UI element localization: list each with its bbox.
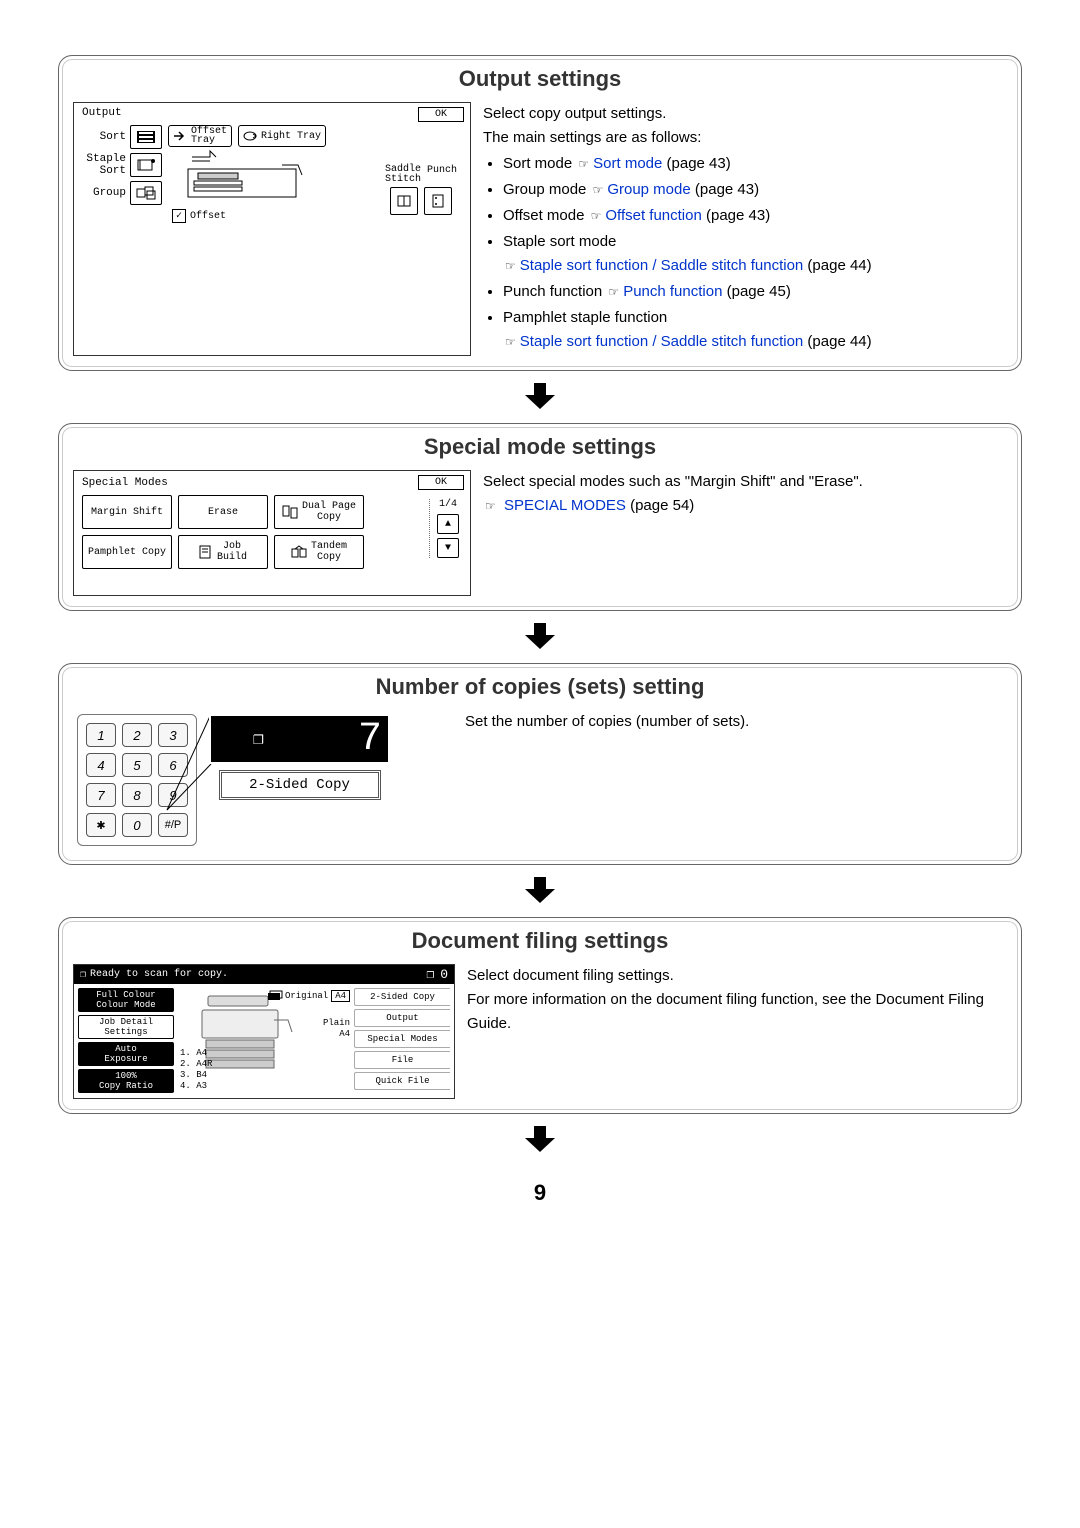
quick-file-button[interactable]: Quick File [354,1072,450,1090]
key-2[interactable]: 2 [122,723,152,747]
key-1[interactable]: 1 [86,723,116,747]
page-count-label: 1/4 [439,499,457,510]
document-filing-description: Select document filing settings. For mor… [467,964,1007,1099]
link-group-mode[interactable]: Group mode [607,181,690,198]
key-star[interactable]: ✱ [86,813,116,837]
two-sided-copy-button[interactable]: 2-Sided Copy [219,770,381,800]
link-pamphlet-staple[interactable]: Staple sort function / Saddle stitch fun… [520,333,804,350]
exposure-button[interactable]: Auto Exposure [78,1042,174,1066]
tray-list: 1. A4 2. A4R 3. B4 4. A3 [180,1048,212,1092]
page-down-button[interactable]: ▼ [437,538,459,558]
key-0[interactable]: 0 [122,813,152,837]
saddle-stitch-button[interactable] [390,187,418,215]
link-special-modes[interactable]: SPECIAL MODES [504,497,626,514]
section-special-mode-settings: Special mode settings Special Modes OK M… [58,423,1022,611]
ok-button[interactable]: OK [418,107,464,122]
ready-status-label: Ready to scan for copy. [90,969,228,980]
staple-sort-label: Staple Sort [82,153,126,177]
document-filing-title: Document filing settings [59,928,1021,954]
special-mode-description: Select special modes such as "Margin Shi… [483,470,1007,596]
punch-button[interactable] [424,187,452,215]
paper-size-label: A4 [323,1029,350,1040]
file-button[interactable]: File [354,1051,450,1069]
arrow-down-icon [58,1126,1022,1152]
reference-icon: ☞ [589,207,606,226]
printer-diagram-icon [186,151,380,207]
output-button[interactable]: Output [354,1009,450,1027]
offset-checkbox[interactable]: ✓Offset [172,209,226,223]
paper-type-label: Plain [323,1018,350,1029]
link-staple-saddle[interactable]: Staple sort function / Saddle stitch fun… [520,257,804,274]
special-modes-button[interactable]: Special Modes [354,1030,450,1048]
copy-mode-icon: ❐ [80,969,86,981]
copier-icon [202,992,288,1074]
special-modes-header: Special Modes [82,477,462,489]
original-label: Original [285,991,328,1001]
link-punch-function[interactable]: Punch function [623,283,722,300]
dual-page-copy-button[interactable]: Dual Page Copy [274,495,364,529]
special-modes-panel-illustration: Special Modes OK Margin Shift Erase Dual… [73,470,471,596]
reference-icon: ☞ [503,257,520,276]
section-output-settings: Output settings OK Output Sort [58,55,1022,371]
link-sort-mode[interactable]: Sort mode [593,155,662,172]
job-build-button[interactable]: Job Build [178,535,268,569]
saddle-stitch-label: Saddle Stitch [385,165,421,185]
two-sided-copy-button[interactable]: 2-Sided Copy [354,988,450,1006]
copies-title: Number of copies (sets) setting [59,674,1021,700]
group-icon[interactable] [130,181,162,205]
job-detail-button[interactable]: Job Detail Settings [78,1015,174,1039]
output-header-label: Output [82,107,122,119]
staple-sort-icon[interactable] [130,153,162,177]
margin-shift-button[interactable]: Margin Shift [82,495,172,529]
right-tray-button[interactable]: Right Tray [238,125,326,147]
sort-label: Sort [82,131,126,143]
section-number-of-copies: Number of copies (sets) setting 1 2 3 4 … [58,663,1022,865]
reference-icon: ☞ [591,181,608,200]
output-panel-illustration: OK Output Sort Staple Sort [73,102,471,356]
erase-button[interactable]: Erase [178,495,268,529]
output-settings-title: Output settings [59,66,1021,92]
tandem-copy-icon [291,545,307,559]
colour-mode-button[interactable]: Full Colour Colour Mode [78,988,174,1012]
pamphlet-copy-button[interactable]: Pamphlet Copy [82,535,172,569]
job-build-icon [199,545,213,559]
document-filing-panel-illustration: ❐ Ready to scan for copy. ❐ 0 Full Colou… [73,964,455,1099]
reference-icon: ☞ [606,283,623,302]
page-number: 9 [58,1180,1022,1206]
original-icon [268,991,282,1001]
original-size-button[interactable]: A4 [331,990,350,1002]
copies-icon: ❐ [426,967,434,982]
copies-description: Set the number of copies (number of sets… [465,710,1007,850]
reference-icon: ☞ [483,497,500,516]
reference-icon: ☞ [576,155,593,174]
punch-label: Punch [427,165,457,176]
key-7[interactable]: 7 [86,783,116,807]
section-document-filing: Document filing settings ❐ Ready to scan… [58,917,1022,1114]
key-4[interactable]: 4 [86,753,116,777]
key-hash-p[interactable]: #/P [158,813,188,837]
top-count-label: 0 [440,967,448,982]
dual-page-icon [282,505,298,519]
connector-lines-icon [167,714,211,810]
group-label: Group [82,187,126,199]
copies-icon: ❐ [253,728,264,750]
special-mode-title: Special mode settings [59,434,1021,460]
key-8[interactable]: 8 [122,783,152,807]
key-5[interactable]: 5 [122,753,152,777]
tandem-copy-button[interactable]: Tandem Copy [274,535,364,569]
ok-button[interactable]: OK [418,475,464,490]
copy-ratio-button[interactable]: 100% Copy Ratio [78,1069,174,1093]
offset-tray-button[interactable]: Offset Tray [168,125,232,147]
output-settings-description: Select copy output settings. The main se… [483,102,1007,356]
link-offset-function[interactable]: Offset function [605,207,701,224]
copies-display: ❐ 7 [209,714,390,764]
arrow-down-icon [58,383,1022,409]
reference-icon: ☞ [503,333,520,352]
copies-illustration: 1 2 3 4 5 6 7 8 9 ✱ 0 #/P [73,710,453,850]
arrow-down-icon [58,877,1022,903]
arrow-down-icon [58,623,1022,649]
page-up-button[interactable]: ▲ [437,514,459,534]
sort-icon[interactable] [130,125,162,149]
